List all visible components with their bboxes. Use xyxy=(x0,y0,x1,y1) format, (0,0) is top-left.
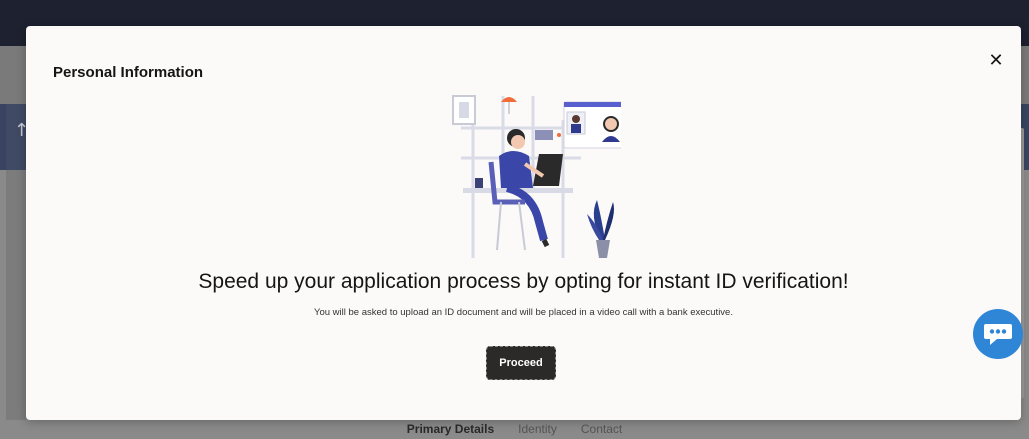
verification-description: You will be asked to upload an ID docume… xyxy=(314,307,733,318)
step-tabs: Primary Details Identity Contact xyxy=(0,420,1029,439)
tab-identity: Identity xyxy=(518,422,557,436)
proceed-button[interactable]: Proceed xyxy=(486,346,556,380)
tab-contact: Contact xyxy=(580,422,623,436)
verification-headline: Speed up your application process by opt… xyxy=(198,270,849,293)
chat-bubble-icon xyxy=(984,324,1012,345)
close-icon[interactable]: ✕ xyxy=(984,48,1008,72)
dialog-title: Personal Information xyxy=(53,64,204,81)
tab-primary-details: Primary Details xyxy=(406,422,495,436)
video-call-verification-illustration xyxy=(452,95,621,258)
chat-button[interactable] xyxy=(973,309,1023,359)
personal-information-dialog: Personal Information ✕ Speed up your app… xyxy=(26,26,1021,420)
